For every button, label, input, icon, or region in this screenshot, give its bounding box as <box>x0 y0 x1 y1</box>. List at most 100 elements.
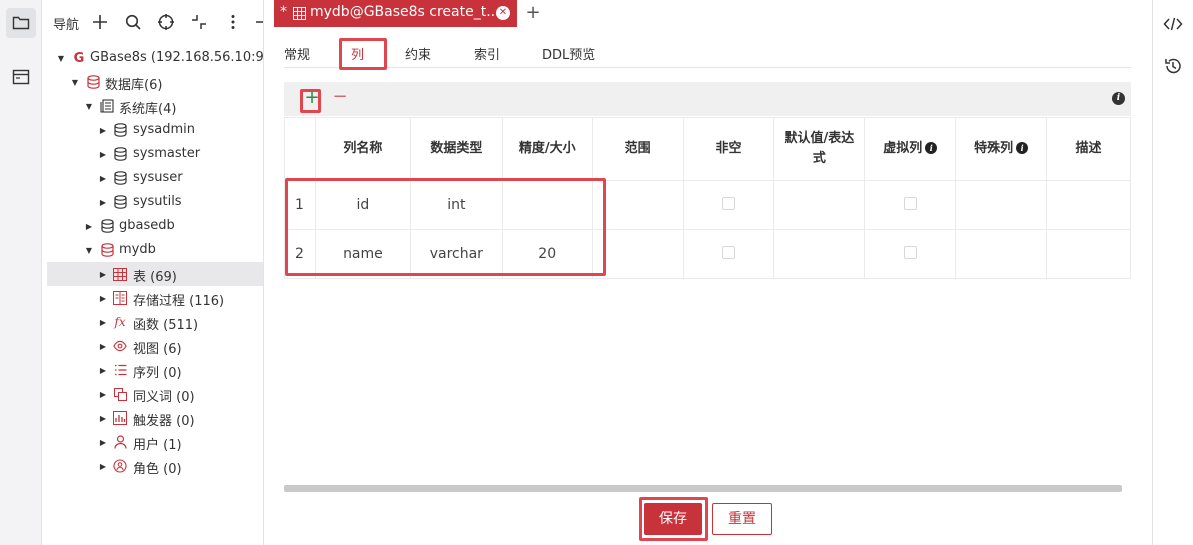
locate-icon[interactable] <box>156 12 176 32</box>
expand-right-icon[interactable]: ▶ <box>98 365 108 375</box>
expand-down-icon[interactable]: ▼ <box>84 101 94 111</box>
expand-right-icon[interactable]: ▶ <box>98 437 108 447</box>
tree-item[interactable]: ▶ sysadmin <box>42 118 263 142</box>
tree-item[interactable]: ▼ mydb <box>42 238 263 262</box>
tree-item-label: mydb <box>119 242 156 257</box>
expand-right-icon[interactable]: ▶ <box>98 173 108 183</box>
folder-icon[interactable] <box>6 8 36 38</box>
tree-item[interactable]: ▶ 表 (69) <box>47 262 263 286</box>
info-icon[interactable]: i <box>1016 142 1029 154</box>
tree-item[interactable]: ▶ 存储过程 (116) <box>42 286 263 310</box>
code-icon[interactable] <box>1163 14 1183 34</box>
info-icon[interactable]: i <box>925 142 938 154</box>
document-tabbar: * mydb@GBase8s create_t... ✕ + <box>264 0 1152 28</box>
expand-right-icon[interactable]: ▶ <box>98 269 108 279</box>
column-header[interactable]: 数据类型 <box>409 117 503 181</box>
column-name-cell[interactable]: name <box>314 229 411 279</box>
range-cell[interactable] <box>591 180 684 230</box>
column-header[interactable]: 非空 <box>682 117 775 181</box>
description-cell[interactable] <box>1046 180 1131 230</box>
tree-item[interactable]: ▼ 数据库(6) <box>42 70 263 94</box>
column-header[interactable]: 精度/大小 <box>501 117 593 181</box>
column-header[interactable]: 特殊列 i <box>955 117 1048 181</box>
checkbox[interactable] <box>721 196 735 210</box>
tree-item[interactable]: ▶ sysmaster <box>42 142 263 166</box>
size-cell[interactable] <box>501 180 593 230</box>
expand-right-icon[interactable]: ▶ <box>98 293 108 303</box>
expand-right-icon[interactable]: ▶ <box>98 197 108 207</box>
nav-title: 导航 <box>53 18 80 33</box>
expand-down-icon[interactable]: ▼ <box>84 245 94 255</box>
add-column-button[interactable]: + <box>304 89 320 107</box>
data-type-cell[interactable]: varchar <box>409 229 503 279</box>
remove-column-button[interactable]: − <box>332 88 348 106</box>
history-icon[interactable] <box>1163 56 1183 76</box>
column-header[interactable]: 默认值/表达式 <box>773 117 866 181</box>
navigation-panel: 导航 ▼ G GBase8s (192.168.56.10:908 ▼ 数据库(6) ▼ 系… <box>42 0 264 545</box>
nav-toolbar: 导航 <box>42 0 263 44</box>
window-icon[interactable] <box>6 62 36 92</box>
tree-item[interactable]: ▶ 触发器 (0) <box>42 406 263 430</box>
tab-constraints[interactable]: 约束 <box>405 44 431 63</box>
horizontal-scrollbar[interactable] <box>284 485 1122 492</box>
tree-item[interactable]: ▶ 角色 (0) <box>42 454 263 478</box>
expand-right-icon[interactable]: ▶ <box>98 461 108 471</box>
add-icon[interactable] <box>90 12 110 32</box>
tree-item[interactable]: ▶ gbasedb <box>42 214 263 238</box>
tree-item[interactable]: ▶ fx 函数 (511) <box>42 310 263 334</box>
table-row[interactable]: 1 id int <box>284 180 1131 230</box>
close-icon[interactable]: ✕ <box>496 6 510 20</box>
column-header[interactable]: 范围 <box>591 117 684 181</box>
description-cell[interactable] <box>1046 229 1131 279</box>
collapse-icon[interactable] <box>189 12 209 32</box>
columns-toolbar: + − i <box>284 82 1131 116</box>
tab-columns[interactable]: 列 <box>351 44 364 63</box>
tree-item[interactable]: ▼ 系统库(4) <box>42 94 263 118</box>
tree-item[interactable]: ▶ 用户 (1) <box>42 430 263 454</box>
expand-right-icon[interactable]: ▶ <box>98 125 108 135</box>
column-name-cell[interactable]: id <box>314 180 411 230</box>
reset-button[interactable]: 重置 <box>712 503 772 535</box>
expand-down-icon[interactable]: ▼ <box>56 53 66 63</box>
expand-right-icon[interactable]: ▶ <box>98 389 108 399</box>
expand-right-icon[interactable]: ▶ <box>98 149 108 159</box>
special-cell[interactable] <box>955 180 1048 230</box>
save-button[interactable]: 保存 <box>644 503 702 535</box>
checkbox[interactable] <box>903 196 917 210</box>
column-header[interactable]: 列名称 <box>314 117 411 181</box>
new-tab-button[interactable]: + <box>522 2 544 24</box>
expand-right-icon[interactable]: ▶ <box>98 341 108 351</box>
size-cell[interactable]: 20 <box>501 229 593 279</box>
info-icon[interactable]: i <box>1112 92 1125 105</box>
tree-item-label: 存储过程 (116) <box>133 294 225 309</box>
tree-item[interactable]: ▶ sysutils <box>42 190 263 214</box>
tree-item[interactable]: ▶ 序列 (0) <box>42 358 263 382</box>
range-cell[interactable] <box>591 229 684 279</box>
tree-item[interactable]: ▶ 视图 (6) <box>42 334 263 358</box>
data-type-cell[interactable]: int <box>409 180 503 230</box>
tab-indexes[interactable]: 索引 <box>474 44 500 63</box>
default-cell[interactable] <box>773 229 866 279</box>
more-menu-icon[interactable] <box>223 12 243 32</box>
default-cell[interactable] <box>773 180 866 230</box>
tree-item[interactable]: ▼ G GBase8s (192.168.56.10:908 <box>42 46 263 70</box>
tree-item[interactable]: ▶ 同义词 (0) <box>42 382 263 406</box>
search-icon[interactable] <box>123 12 143 32</box>
column-header[interactable]: 描述 <box>1046 117 1131 181</box>
minimize-icon[interactable] <box>252 12 263 32</box>
expand-right-icon[interactable]: ▶ <box>98 317 108 327</box>
table-row[interactable]: 2 name varchar 20 <box>284 229 1131 279</box>
tab-ddl-preview[interactable]: DDL预览 <box>542 44 595 63</box>
tab-general[interactable]: 常规 <box>284 44 310 63</box>
checkbox[interactable] <box>721 245 735 259</box>
column-header[interactable]: 虚拟列 i <box>864 117 957 181</box>
document-tab[interactable]: * mydb@GBase8s create_t... ✕ <box>274 0 517 27</box>
checkbox[interactable] <box>903 245 917 259</box>
table-icon <box>293 7 306 24</box>
expand-right-icon[interactable]: ▶ <box>84 221 94 231</box>
expand-down-icon[interactable]: ▼ <box>70 77 80 87</box>
special-cell[interactable] <box>955 229 1048 279</box>
tree-item-label: 数据库(6) <box>105 78 163 93</box>
expand-right-icon[interactable]: ▶ <box>98 413 108 423</box>
tree-item[interactable]: ▶ sysuser <box>42 166 263 190</box>
